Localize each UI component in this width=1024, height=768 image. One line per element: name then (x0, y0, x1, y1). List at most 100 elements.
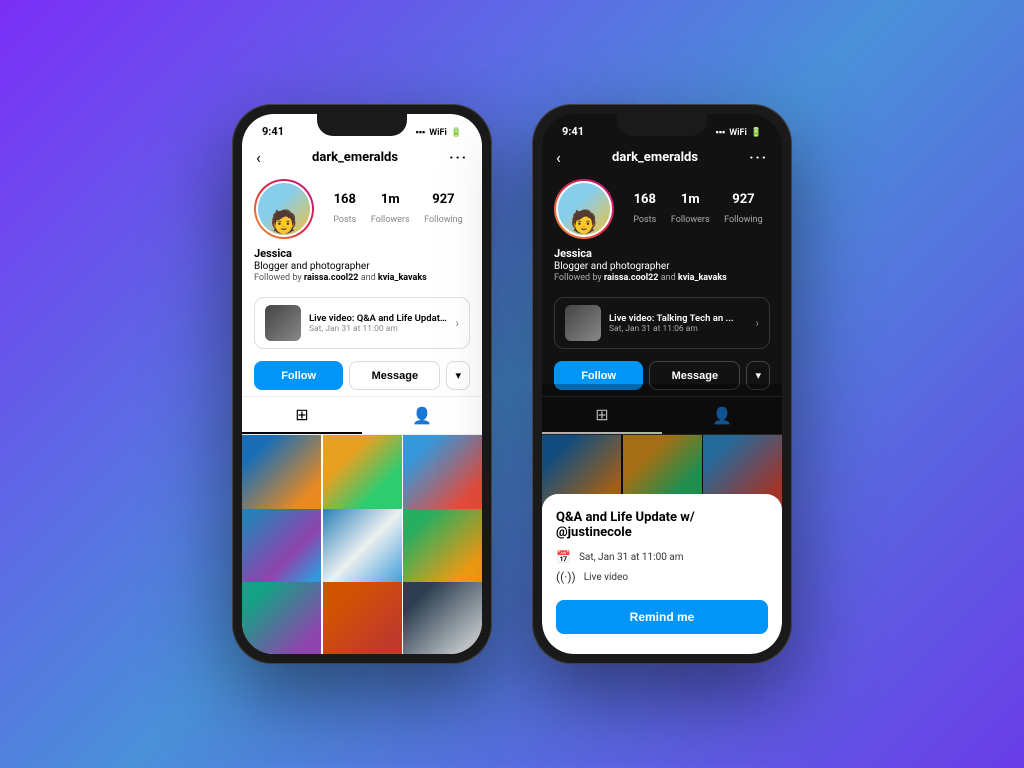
signal-icon-left: ▪▪▪ (416, 127, 426, 138)
popup-date-row: 📅 Sat, Jan 31 at 11:00 am (556, 550, 768, 564)
battery-icon-left: 🔋 (451, 128, 462, 138)
live-title-right: Live video: Talking Tech an ... (609, 313, 747, 324)
followed-and-left: and (361, 273, 378, 283)
live-card-left[interactable]: Live video: Q&A and Life Updat... Sat, J… (254, 297, 470, 349)
followed-and-right: and (661, 273, 678, 283)
username-right: dark_emeralds (612, 150, 698, 165)
screen-left: 9:41 ▪▪▪ WiFi 🔋 ‹ dark_emeralds ··· (242, 114, 482, 654)
followed-by-text-left: Followed by (254, 273, 302, 283)
stats-row-left: 168 Posts 1m Followers 927 Following (326, 192, 470, 226)
photo-2-left[interactable] (323, 435, 402, 514)
posts-label-left: Posts (333, 215, 356, 225)
nav-bar-right: ‹ dark_emeralds ··· (542, 142, 782, 173)
profile-bio-left: Blogger and photographer (254, 261, 470, 272)
profile-top-right: 🧑 168 Posts 1m Followers 927 (554, 179, 770, 239)
live-info-left: Live video: Q&A and Life Updat... Sat, J… (309, 313, 447, 334)
popup-card: Q&A and Life Update w/ @justinecole 📅 Sa… (542, 494, 782, 654)
status-icons-left: ▪▪▪ WiFi 🔋 (416, 127, 462, 138)
popup-type: Live video (584, 572, 628, 583)
following-count-right: 927 (724, 192, 763, 207)
profile-section-left: 🧑 168 Posts 1m Followers 927 (242, 173, 482, 291)
avatar-right: 🧑 (558, 183, 610, 235)
profile-followed-right: Followed by raissa.cool22 and kvia_kavak… (554, 273, 770, 283)
back-button-right[interactable]: ‹ (556, 148, 561, 167)
live-title-left: Live video: Q&A and Life Updat... (309, 313, 447, 324)
live-chevron-left: › (455, 316, 459, 330)
live-video-icon: ((·)) (556, 570, 576, 584)
profile-section-right: 🧑 168 Posts 1m Followers 927 (542, 173, 782, 291)
photo-8-left[interactable] (323, 582, 402, 654)
live-date-left: Sat, Jan 31 at 11:00 am (309, 324, 447, 334)
live-thumb-right (565, 305, 601, 341)
followed-account1-left[interactable]: raissa.cool22 (304, 273, 359, 283)
phone-right: 9:41 ▪▪▪ WiFi 🔋 ‹ dark_emeralds ··· (532, 104, 792, 664)
follow-button-left[interactable]: Follow (254, 361, 343, 390)
photo-1-left[interactable] (242, 435, 321, 514)
remind-me-button[interactable]: Remind me (556, 600, 768, 634)
signal-icon-right: ▪▪▪ (716, 127, 726, 138)
tab-bar-left: ⊞ 👤 (242, 396, 482, 435)
back-button-left[interactable]: ‹ (256, 148, 261, 167)
stat-posts-right: 168 Posts (633, 192, 656, 226)
popup-type-row: ((·)) Live video (556, 570, 768, 584)
popup-date: Sat, Jan 31 at 11:00 am (579, 552, 684, 563)
username-left: dark_emeralds (312, 150, 398, 165)
photo-9-left[interactable] (403, 582, 482, 654)
nav-bar-left: ‹ dark_emeralds ··· (242, 142, 482, 173)
tab-grid-left[interactable]: ⊞ (242, 397, 362, 434)
more-button-right[interactable]: ··· (749, 150, 768, 166)
tagged-icon-left: 👤 (412, 406, 432, 425)
more-button-left[interactable]: ··· (449, 150, 468, 166)
screen-right: 9:41 ▪▪▪ WiFi 🔋 ‹ dark_emeralds ··· (542, 114, 782, 654)
avatar-wrapper-left: 🧑 (254, 179, 314, 239)
notch-left (317, 114, 407, 136)
following-label-right: Following (724, 215, 763, 225)
more-options-button-left[interactable]: ▾ (446, 361, 470, 390)
followers-label-right: Followers (671, 215, 710, 225)
photo-7-left[interactable] (242, 582, 321, 654)
status-time-right: 9:41 (562, 125, 584, 138)
photo-5-left[interactable] (323, 509, 402, 588)
stat-followers-left: 1m Followers (371, 192, 410, 226)
photo-3-left[interactable] (403, 435, 482, 514)
wifi-icon-left: WiFi (429, 128, 447, 138)
stat-following-right: 927 Following (724, 192, 763, 226)
profile-followed-left: Followed by raissa.cool22 and kvia_kavak… (254, 273, 470, 283)
following-label-left: Following (424, 215, 463, 225)
status-icons-right: ▪▪▪ WiFi 🔋 (716, 127, 762, 138)
phone-left: 9:41 ▪▪▪ WiFi 🔋 ‹ dark_emeralds ··· (232, 104, 492, 664)
message-button-left[interactable]: Message (349, 361, 440, 390)
status-time-left: 9:41 (262, 125, 284, 138)
calendar-icon: 📅 (556, 550, 571, 564)
live-info-right: Live video: Talking Tech an ... Sat, Jan… (609, 313, 747, 334)
avatar-wrapper-right: 🧑 (554, 179, 614, 239)
followed-account1-right[interactable]: raissa.cool22 (604, 273, 659, 283)
profile-top-left: 🧑 168 Posts 1m Followers 927 (254, 179, 470, 239)
grid-icon-left: ⊞ (295, 405, 308, 424)
followers-count-right: 1m (671, 192, 710, 207)
live-card-right[interactable]: Live video: Talking Tech an ... Sat, Jan… (554, 297, 770, 349)
notch-right (617, 114, 707, 136)
action-buttons-left: Follow Message ▾ (242, 355, 482, 396)
avatar-inner-right: 🧑 (556, 181, 612, 237)
photo-4-left[interactable] (242, 509, 321, 588)
photo-6-left[interactable] (403, 509, 482, 588)
profile-name-left: Jessica (254, 247, 470, 260)
avatar-left: 🧑 (258, 183, 310, 235)
live-date-right: Sat, Jan 31 at 11:06 am (609, 324, 747, 334)
profile-bio-right: Blogger and photographer (554, 261, 770, 272)
live-thumb-left (265, 305, 301, 341)
avatar-inner-left: 🧑 (256, 181, 312, 237)
posts-count-left: 168 (333, 192, 356, 207)
followed-account2-right[interactable]: kvia_kavaks (678, 273, 727, 283)
stat-followers-right: 1m Followers (671, 192, 710, 226)
posts-count-right: 168 (633, 192, 656, 207)
followed-account2-left[interactable]: kvia_kavaks (378, 273, 427, 283)
stat-posts-left: 168 Posts (333, 192, 356, 226)
live-chevron-right: › (755, 316, 759, 330)
tab-tagged-left[interactable]: 👤 (362, 397, 482, 434)
profile-name-right: Jessica (554, 247, 770, 260)
followed-by-text-right: Followed by (554, 273, 602, 283)
photo-grid-left (242, 435, 482, 654)
wifi-icon-right: WiFi (729, 128, 747, 138)
